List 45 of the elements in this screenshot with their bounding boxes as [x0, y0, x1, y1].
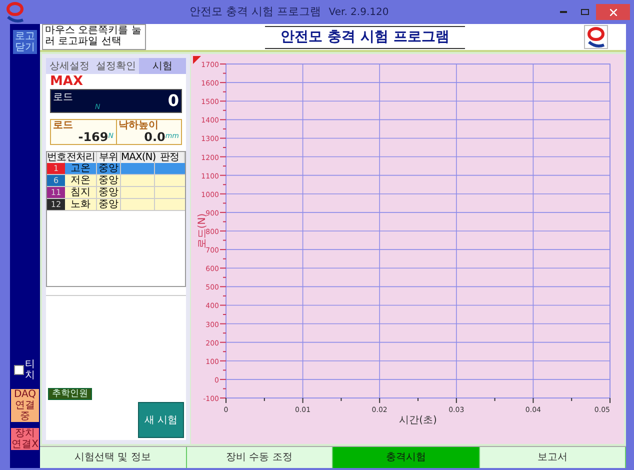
number-cell: 6 [47, 175, 65, 186]
table-cell: 침지 [65, 187, 97, 198]
panel-tab[interactable]: 설정확인 [92, 58, 140, 74]
table-row[interactable]: 11 침지 중앙 [47, 187, 185, 199]
y-axis-title: 로드(N) [197, 213, 208, 249]
corner-marker [193, 56, 201, 64]
connection-status: DAQ 연결중 [11, 389, 39, 422]
max-title: MAX [50, 75, 84, 89]
add-people-button[interactable]: 추학인원 [48, 388, 92, 400]
panel-tab[interactable]: 상세설정 [46, 58, 93, 74]
table-row[interactable]: 6 저온 중앙 [47, 175, 185, 187]
app-logo-icon [4, 1, 26, 23]
number-cell: 1 [47, 163, 65, 174]
version-label: Ver. 2.9.120 [328, 6, 389, 20]
table-cell: 노화 [65, 199, 97, 210]
company-logo-icon [585, 26, 607, 48]
close-icon [610, 8, 616, 16]
teach-label: 티치 [25, 359, 36, 381]
number-cell: 11 [47, 187, 65, 198]
reading-label: 로드 [53, 120, 74, 131]
reading-label: 낙하높이 [118, 120, 160, 131]
close-button[interactable] [596, 4, 630, 20]
new-test-button[interactable]: 새 시험 [138, 402, 184, 438]
table-cell: 중앙 [97, 175, 121, 186]
table-cell: 중앙 [97, 163, 121, 174]
program-title: 안전모 충격 시험 프로그램 [264, 26, 466, 48]
table-cell: 고온 [65, 163, 97, 174]
bottom-tab[interactable]: 충격시험 [333, 447, 480, 468]
logo-hint: 마우스 오른쪽키를 눌러 로고파일 선택 [42, 24, 146, 50]
number-cell: 12 [47, 199, 65, 210]
table-row[interactable]: 1 고온 중앙 [47, 163, 185, 175]
reading-value: 0.0 [144, 131, 166, 144]
table-cell: 중앙 [97, 199, 121, 210]
table-cell: 저온 [65, 175, 97, 186]
reading-value: -169 [78, 131, 108, 144]
table-row[interactable]: 12 노화 중앙 [47, 199, 185, 211]
teach-checkbox[interactable] [14, 365, 24, 375]
table-cell: 중앙 [97, 187, 121, 198]
max-label: 로드 [53, 91, 73, 105]
connection-status: 장치 연결X [11, 428, 39, 450]
x-axis-title: 시간(초) [399, 415, 437, 426]
window-title: 안전모 충격 시험 프로그램 [189, 4, 321, 20]
panel-tab[interactable]: 시험 [139, 58, 186, 74]
logo-close-button[interactable]: 로고 닫기 [13, 30, 37, 54]
max-value: 0 [168, 90, 179, 112]
